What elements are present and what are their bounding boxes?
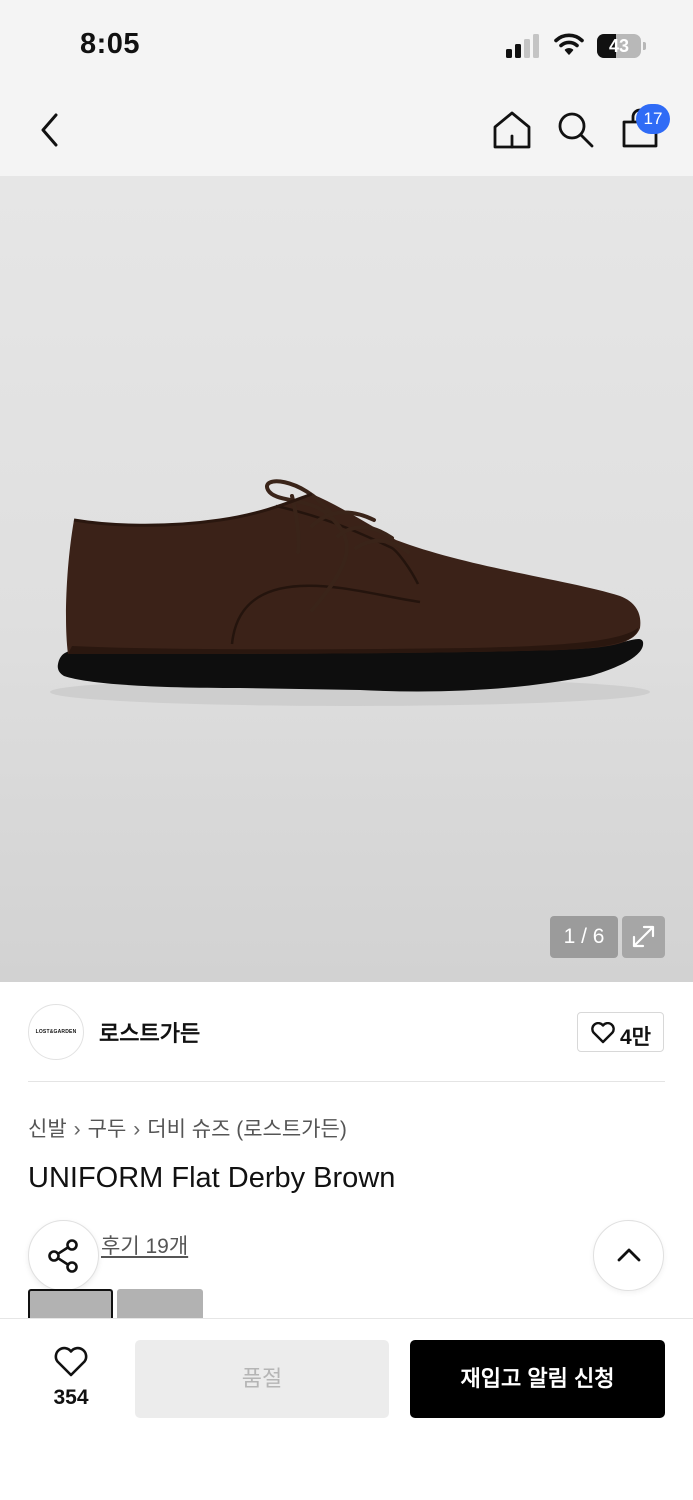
battery-level: 43: [608, 36, 630, 56]
chevron-right-icon: ›: [133, 1118, 141, 1141]
expand-image-button[interactable]: [622, 916, 665, 958]
product-like-count: 354: [53, 1386, 89, 1409]
cellular-signal-icon: [506, 34, 542, 58]
restock-alert-button[interactable]: 재입고 알림 신청: [410, 1340, 665, 1418]
section-divider: [28, 1081, 665, 1082]
share-button[interactable]: [28, 1220, 99, 1291]
chevron-up-icon: [617, 1248, 641, 1262]
brand-name[interactable]: 로스트가든: [99, 1016, 200, 1048]
brand-like-count: 4만: [620, 1026, 651, 1049]
cart-count-badge: 17: [636, 104, 670, 134]
product-image-gallery[interactable]: [0, 176, 693, 982]
image-counter: 1 / 6: [550, 916, 618, 958]
review-link[interactable]: 후기 19개: [101, 1230, 188, 1260]
product-like-button[interactable]: 354: [40, 1342, 102, 1412]
heart-icon: [54, 1346, 88, 1377]
wifi-icon: [554, 33, 584, 55]
color-option-thumbnail[interactable]: [117, 1289, 203, 1319]
expand-icon: [632, 925, 655, 948]
breadcrumb-item[interactable]: 더비 슈즈 (로스트가든): [147, 1113, 347, 1143]
color-option-thumbnail[interactable]: [28, 1289, 113, 1319]
sold-out-button: 품절: [135, 1340, 389, 1418]
breadcrumb: 신발 › 구두 › 더비 슈즈 (로스트가든): [28, 1113, 347, 1143]
home-icon[interactable]: [491, 109, 533, 151]
heart-icon: [591, 1022, 615, 1044]
brand-logo[interactable]: LOST&GARDEN: [28, 1004, 84, 1060]
product-photo-shoe: [50, 479, 650, 706]
scroll-to-top-button[interactable]: [593, 1220, 664, 1291]
back-chevron-icon[interactable]: [34, 110, 68, 150]
breadcrumb-item[interactable]: 구두: [88, 1113, 127, 1143]
search-icon[interactable]: [556, 110, 596, 150]
share-icon: [48, 1239, 78, 1273]
product-title: UNIFORM Flat Derby Brown: [28, 1162, 396, 1194]
status-time: 8:05: [80, 28, 141, 60]
status-bar: 8:05 43: [0, 0, 693, 90]
chevron-right-icon: ›: [73, 1118, 81, 1141]
breadcrumb-item[interactable]: 신발: [28, 1113, 67, 1143]
brand-like-button[interactable]: 4만: [577, 1012, 664, 1052]
battery-icon: 43: [597, 34, 647, 58]
